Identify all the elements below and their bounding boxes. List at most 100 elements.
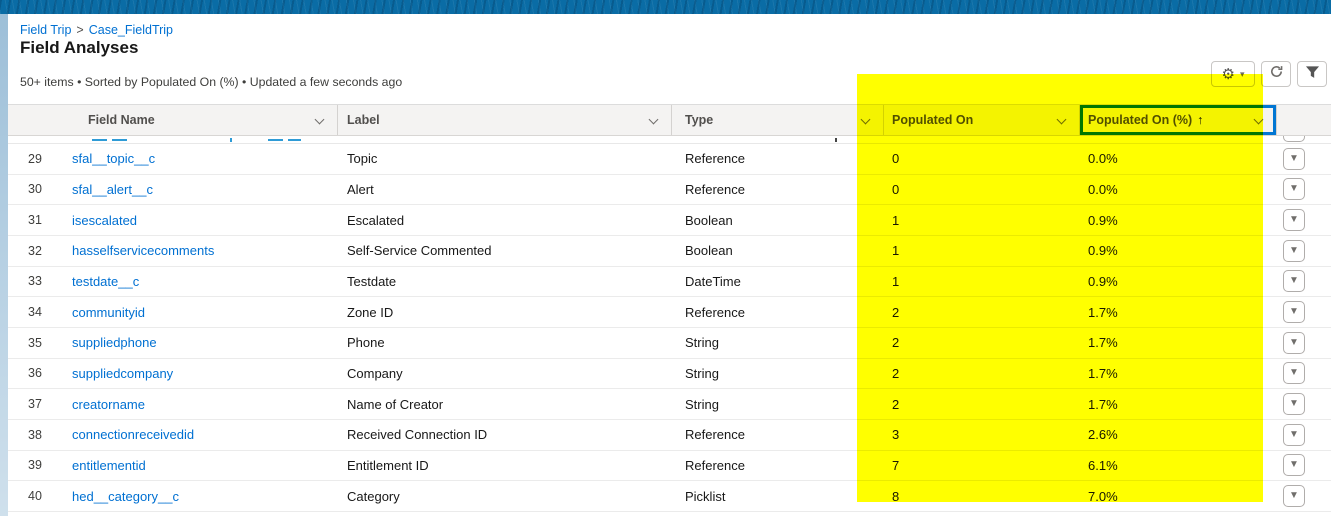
row-number: 35 — [28, 335, 42, 350]
column-header-label-col[interactable]: Label — [338, 105, 672, 135]
field-name-link[interactable]: isescalated — [72, 213, 338, 228]
row-action-menu-button[interactable]: ▼ — [1283, 178, 1305, 201]
populated-pct-cell: 0.0% — [1088, 151, 1118, 167]
breadcrumb: Field Trip > Case_FieldTrip — [20, 23, 173, 37]
field-type-cell: String — [685, 365, 719, 381]
populated-on-cell: 2 — [892, 304, 900, 320]
row-actions-cell: ▼ — [1277, 393, 1331, 416]
populated-pct-cell: 7.0% — [1088, 488, 1118, 504]
column-header-label: Label — [347, 113, 380, 127]
row-actions-cell: ▼ — [1277, 209, 1331, 232]
field-name-link[interactable]: sfal__alert__c — [72, 182, 338, 197]
triangle-down-icon: ▼ — [1289, 428, 1299, 440]
row-action-menu-button[interactable]: ▼ — [1283, 331, 1305, 354]
triangle-down-icon: ▼ — [1289, 183, 1299, 195]
column-header-populated-on-pct[interactable]: Populated On (%) ↑ — [1080, 105, 1277, 135]
field-type-cell: Reference — [685, 151, 745, 167]
table-row: 31 isescalated Escalated Boolean 1 0.9% … — [8, 205, 1331, 236]
filter-button[interactable] — [1297, 61, 1327, 87]
populated-pct-cell: 1.7% — [1088, 365, 1118, 381]
display-settings-button[interactable]: ⚙ ▾ — [1211, 61, 1255, 87]
field-label-cell: Phone — [347, 335, 385, 351]
populated-on-cell: 1 — [892, 243, 900, 259]
field-name-link[interactable]: suppliedphone — [72, 335, 338, 350]
row-number: 34 — [28, 305, 42, 320]
field-name-link[interactable]: hed__category__c — [72, 489, 338, 504]
triangle-down-icon: ▼ — [1289, 214, 1299, 226]
populated-on-cell: 1 — [892, 273, 900, 289]
field-name-link[interactable]: sfal__topic__c — [72, 151, 338, 166]
breadcrumb-link-field-trip[interactable]: Field Trip — [20, 23, 71, 37]
field-analyses-panel: Field Trip > Case_FieldTrip Field Analyses… — [8, 14, 1331, 516]
row-actions-cell: ▼ — [1277, 362, 1331, 385]
refresh-button[interactable] — [1261, 61, 1291, 87]
field-name-link[interactable]: testdate__c — [72, 274, 338, 289]
column-header-type[interactable]: Type — [672, 105, 884, 135]
row-28-partial — [8, 136, 1331, 144]
field-name-link[interactable]: entitlementid — [72, 458, 338, 473]
chevron-down-icon — [1056, 114, 1067, 125]
field-type-cell: Reference — [685, 457, 745, 473]
table-header-row: Field Name Label Type Populated On Popul… — [8, 104, 1331, 136]
row-number: 38 — [28, 427, 42, 442]
row-action-menu-button[interactable]: ▼ — [1283, 454, 1305, 477]
column-header-populated-on[interactable]: Populated On — [884, 105, 1080, 135]
populated-on-cell: 1 — [892, 212, 900, 228]
column-header-field-name[interactable]: Field Name — [8, 105, 338, 135]
populated-pct-cell: 1.7% — [1088, 335, 1118, 351]
row-number: 29 — [28, 151, 42, 166]
field-name-link[interactable]: creatorname — [72, 397, 338, 412]
row-action-menu-button[interactable]: ▼ — [1283, 270, 1305, 293]
breadcrumb-link-case-fieldtrip[interactable]: Case_FieldTrip — [89, 23, 173, 37]
field-type-cell: Boolean — [685, 212, 733, 228]
field-trip-app-window: Field Trip > Case_FieldTrip Field Analyses… — [0, 0, 1331, 516]
triangle-down-icon: ▼ — [1289, 459, 1299, 471]
breadcrumb-separator: > — [76, 23, 84, 37]
row-actions-cell: ▼ — [1277, 454, 1331, 477]
populated-pct-cell: 0.9% — [1088, 212, 1118, 228]
row-action-menu-button[interactable]: ▼ — [1283, 423, 1305, 446]
row-number: 37 — [28, 397, 42, 412]
row-action-button-partial — [1283, 136, 1305, 142]
list-toolbar: ⚙ ▾ — [1211, 61, 1327, 87]
row-action-menu-button[interactable]: ▼ — [1283, 362, 1305, 385]
row-actions-cell: ▼ — [1277, 147, 1331, 170]
field-type-cell: Reference — [685, 427, 745, 443]
row-actions-cell: ▼ — [1277, 331, 1331, 354]
populated-pct-cell: 0.0% — [1088, 181, 1118, 197]
field-name-link[interactable]: communityid — [72, 305, 338, 320]
row-action-menu-button[interactable]: ▼ — [1283, 209, 1305, 232]
filter-icon — [1305, 65, 1320, 84]
row-action-menu-button[interactable]: ▼ — [1283, 485, 1305, 508]
table-row: 34 communityid Zone ID Reference 2 1.7% … — [8, 297, 1331, 328]
table-row: 36 suppliedcompany Company String 2 1.7%… — [8, 359, 1331, 390]
row-actions-cell: ▼ — [1277, 301, 1331, 324]
row-action-menu-button[interactable]: ▼ — [1283, 393, 1305, 416]
table-row: 40 hed__category__c Category Picklist 8 … — [8, 481, 1331, 512]
table-row: 39 entitlementid Entitlement ID Referenc… — [8, 451, 1331, 482]
row-actions-cell: ▼ — [1277, 178, 1331, 201]
row-action-menu-button[interactable]: ▼ — [1283, 239, 1305, 262]
field-name-link[interactable]: hasselfservicecomments — [72, 243, 338, 258]
triangle-down-icon: ▼ — [1289, 152, 1299, 164]
chevron-down-icon — [648, 114, 659, 125]
row-action-menu-button[interactable]: ▼ — [1283, 301, 1305, 324]
row-action-menu-button[interactable]: ▼ — [1283, 147, 1305, 170]
populated-on-cell: 8 — [892, 488, 900, 504]
triangle-down-icon: ▼ — [1289, 367, 1299, 379]
field-name-link[interactable]: suppliedcompany — [72, 366, 338, 381]
row-actions-cell: ▼ — [1277, 423, 1331, 446]
field-type-cell: String — [685, 396, 719, 412]
row-number: 36 — [28, 366, 42, 381]
field-type-cell: Reference — [685, 304, 745, 320]
table-row: 32 hasselfservicecomments Self-Service C… — [8, 236, 1331, 267]
populated-on-cell: 2 — [892, 396, 900, 412]
table-row: 30 sfal__alert__c Alert Reference 0 0.0%… — [8, 175, 1331, 206]
populated-pct-cell: 0.9% — [1088, 243, 1118, 259]
field-type-cell: DateTime — [685, 273, 741, 289]
table-row: 29 sfal__topic__c Topic Reference 0 0.0%… — [8, 144, 1331, 175]
column-header-label: Populated On (%) — [1088, 113, 1193, 127]
column-header-label: Field Name — [88, 113, 155, 127]
field-name-link[interactable]: connectionreceivedid — [72, 427, 338, 442]
field-label-cell: Company — [347, 365, 403, 381]
